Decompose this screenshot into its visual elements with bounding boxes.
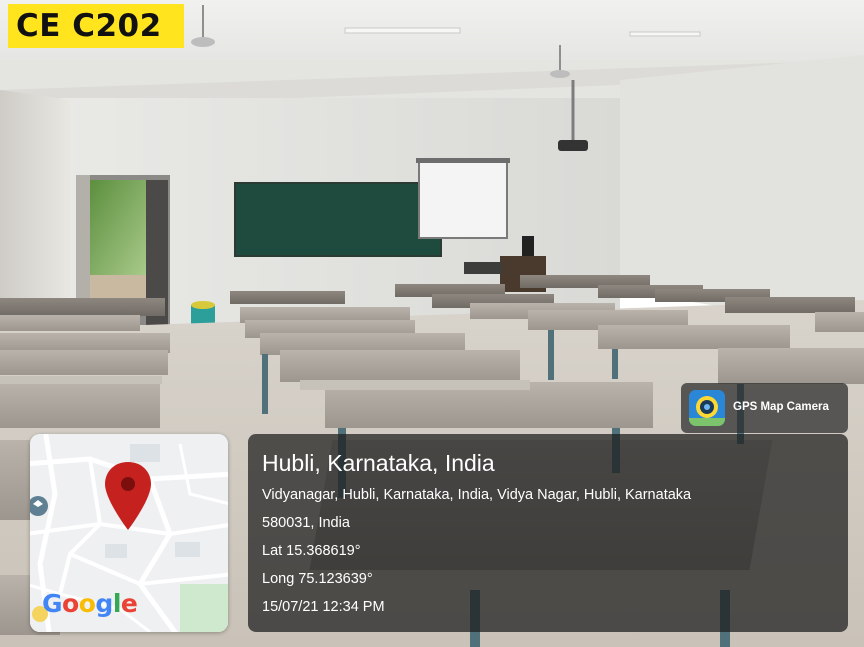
address-line-2: 580031, India <box>262 515 350 531</box>
room-label: CE C202 <box>8 4 184 48</box>
google-logo: Google <box>42 589 138 618</box>
gps-map-camera-icon <box>689 390 725 426</box>
timestamp: 15/07/21 12:34 PM <box>262 599 385 615</box>
location-city: Hubli, Karnataka, India <box>262 450 495 476</box>
latitude: Lat 15.368619° <box>262 543 361 559</box>
longitude: Long 75.123639° <box>262 571 373 587</box>
gps-map-camera-badge: GPS Map Camera <box>681 383 848 433</box>
gps-map-camera-label: GPS Map Camera <box>733 401 829 413</box>
location-info-panel: Hubli, Karnataka, India Vidyanagar, Hubl… <box>248 434 848 632</box>
address-line-1: Vidyanagar, Hubli, Karnataka, India, Vid… <box>262 487 692 503</box>
map-thumbnail: Google <box>30 434 228 632</box>
